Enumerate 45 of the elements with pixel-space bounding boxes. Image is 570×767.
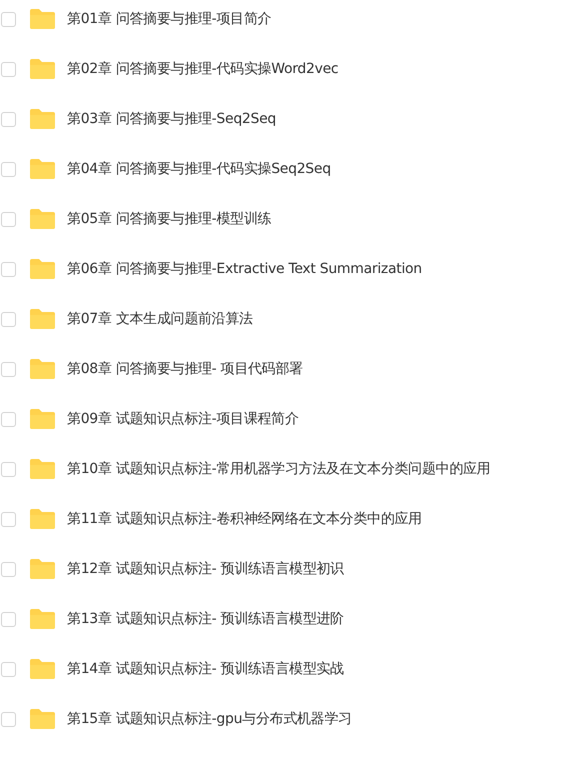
folder-name[interactable]: 第10章 试题知识点标注-常用机器学习方法及在文本分类问题中的应用: [67, 460, 490, 478]
checkbox[interactable]: [1, 12, 16, 26]
folder-name[interactable]: 第08章 问答摘要与推理- 项目代码部署: [67, 360, 303, 378]
folder-icon: [30, 109, 55, 129]
checkbox[interactable]: [1, 212, 16, 226]
folder-name[interactable]: 第11章 试题知识点标注-卷积神经网络在文本分类中的应用: [67, 510, 422, 528]
checkbox[interactable]: [1, 62, 16, 76]
checkbox[interactable]: [1, 362, 16, 376]
folder-name[interactable]: 第12章 试题知识点标注- 预训练语言模型初识: [67, 560, 344, 578]
checkbox[interactable]: [1, 712, 16, 726]
folder-icon: [30, 609, 55, 629]
folder-name[interactable]: 第14章 试题知识点标注- 预训练语言模型实战: [67, 660, 344, 678]
folder-icon: [30, 159, 55, 179]
folder-name[interactable]: 第02章 问答摘要与推理-代码实操Word2vec: [67, 60, 338, 78]
checkbox[interactable]: [1, 412, 16, 426]
folder-name[interactable]: 第01章 问答摘要与推理-项目简介: [67, 10, 272, 28]
folder-name[interactable]: 第04章 问答摘要与推理-代码实操Seq2Seq: [67, 160, 331, 178]
folder-icon: [30, 309, 55, 329]
checkbox[interactable]: [1, 512, 16, 526]
folder-icon: [30, 559, 55, 579]
folder-name[interactable]: 第05章 问答摘要与推理-模型训练: [67, 210, 272, 228]
checkbox[interactable]: [1, 612, 16, 626]
folder-icon: [30, 209, 55, 229]
folder-icon: [30, 359, 55, 379]
checkbox[interactable]: [1, 162, 16, 176]
folder-icon: [30, 459, 55, 479]
folder-name[interactable]: 第15章 试题知识点标注-gpu与分布式机器学习: [67, 710, 352, 728]
folder-name[interactable]: 第13章 试题知识点标注- 预训练语言模型进阶: [67, 610, 344, 628]
folder-name[interactable]: 第03章 问答摘要与推理-Seq2Seq: [67, 110, 276, 128]
checkbox[interactable]: [1, 312, 16, 326]
checkbox[interactable]: [1, 262, 16, 276]
folder-name[interactable]: 第07章 文本生成问题前沿算法: [67, 310, 253, 328]
checkbox[interactable]: [1, 662, 16, 676]
folder-icon: [30, 409, 55, 429]
folder-icon: [30, 709, 55, 729]
folder-icon: [30, 509, 55, 529]
checkbox[interactable]: [1, 562, 16, 576]
folder-name[interactable]: 第09章 试题知识点标注-项目课程简介: [67, 410, 299, 428]
folder-name[interactable]: 第06章 问答摘要与推理-Extractive Text Summarization: [67, 260, 422, 278]
folder-icon: [30, 259, 55, 279]
checkbox[interactable]: [1, 462, 16, 476]
folder-icon: [30, 9, 55, 29]
folder-icon: [30, 59, 55, 79]
checkbox[interactable]: [1, 112, 16, 126]
folder-icon: [30, 659, 55, 679]
